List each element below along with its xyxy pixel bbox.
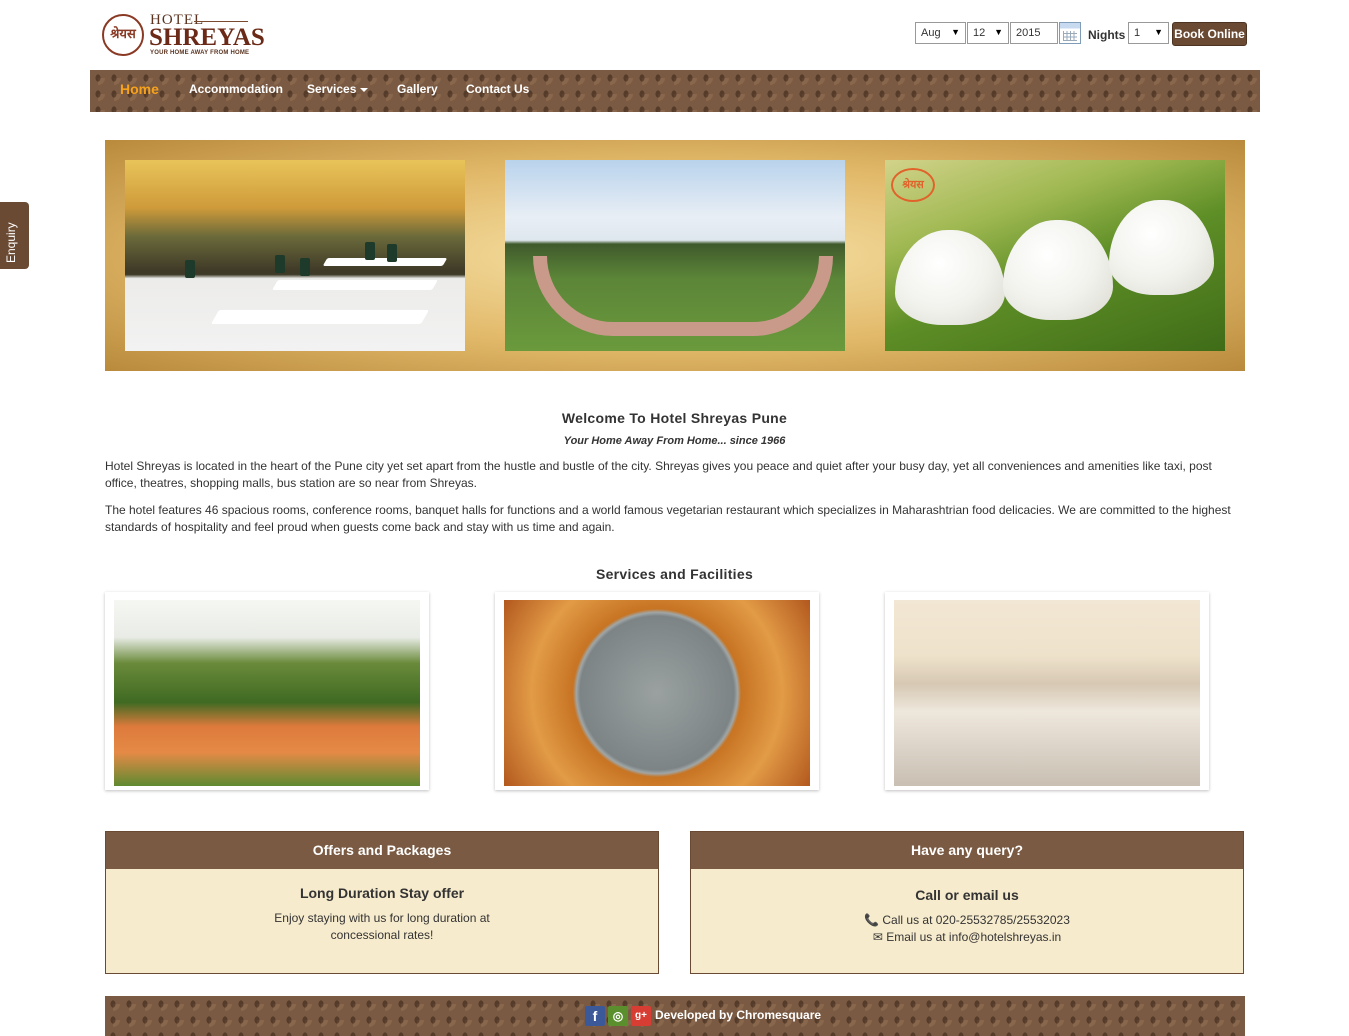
book-online-button[interactable]: Book Online <box>1172 22 1247 46</box>
main-nav: Home Accommodation Services Gallery Cont… <box>90 70 1260 112</box>
banner-restaurant-image <box>125 160 465 351</box>
dropdown-arrow-icon: ▼ <box>994 27 1003 37</box>
year-field[interactable]: 2015 <box>1010 22 1058 44</box>
hotel-logo[interactable]: श्रेयस HOTEL SHREYAS YOUR HOME AWAY FROM… <box>102 12 265 60</box>
offer-line-1: Enjoy staying with us for long duration … <box>274 911 490 925</box>
logo-divider <box>194 21 248 22</box>
table-shape <box>322 258 448 266</box>
logo-name: SHREYAS <box>149 24 265 51</box>
year-value: 2015 <box>1016 27 1041 39</box>
nights-value: 1 <box>1134 27 1141 39</box>
welcome-paragraph-2: The hotel features 46 spacious rooms, co… <box>105 503 1231 534</box>
query-heading: Have any query? <box>691 832 1243 869</box>
modak-shape <box>895 230 1005 325</box>
enquiry-label: Enquiry <box>4 222 18 263</box>
garden-path-shape <box>533 256 833 336</box>
service-card-food[interactable] <box>495 592 819 790</box>
google-plus-icon[interactable]: g+ <box>631 1006 651 1026</box>
service-card-conference[interactable] <box>885 592 1209 790</box>
modak-shape <box>1109 200 1214 295</box>
offer-title[interactable]: Long Duration Stay offer <box>106 885 658 901</box>
modak-shape <box>1003 220 1113 320</box>
nav-accommodation[interactable]: Accommodation <box>189 82 283 96</box>
facebook-icon[interactable]: f <box>585 1006 605 1026</box>
dropdown-arrow-icon: ▼ <box>1154 27 1163 37</box>
service-conference-image <box>894 600 1200 786</box>
day-value: 12 <box>973 27 986 39</box>
day-select[interactable]: 12 ▼ <box>967 22 1009 44</box>
banner-seal-icon: श्रेयस <box>891 168 935 202</box>
tripadvisor-icon[interactable]: ◎ <box>608 1006 628 1026</box>
services-title: Services and Facilities <box>595 566 754 582</box>
query-title: Call or email us <box>915 887 1019 903</box>
welcome-subtitle: Your Home Away From Home... since 1966 <box>563 435 786 447</box>
query-panel: Have any query? Call or email us 📞 Call … <box>690 831 1244 974</box>
developed-by-link[interactable]: Developed by Chromesquare <box>655 1008 821 1022</box>
hero-banner: श्रेयस <box>105 140 1245 371</box>
caret-down-icon <box>360 87 369 92</box>
service-card-banquet[interactable] <box>105 592 429 790</box>
banner-modak-image: श्रेयस <box>885 160 1225 351</box>
phone-text: Call us at 020-25532785/25532023 <box>882 913 1070 927</box>
nav-services[interactable]: Services <box>307 82 369 96</box>
footer: f ◎ g+ Developed by Chromesquare <box>105 996 1245 1036</box>
chair-shape <box>275 255 285 273</box>
phone-icon: 📞 <box>864 913 880 927</box>
nights-select[interactable]: 1 ▼ <box>1128 22 1169 44</box>
service-food-image <box>504 600 810 786</box>
month-select[interactable]: Aug ▼ <box>915 22 966 44</box>
query-email: ✉ Email us at info@hotelshreyas.in <box>691 929 1243 946</box>
service-banquet-image <box>114 600 420 786</box>
month-value: Aug <box>921 27 941 39</box>
nav-home[interactable]: Home <box>120 81 159 97</box>
nav-services-label: Services <box>307 82 357 96</box>
banner-garden-image <box>505 160 845 351</box>
welcome-paragraph-1: Hotel Shreyas is located in the heart of… <box>105 459 1212 490</box>
chair-shape <box>387 244 397 262</box>
nav-contact-us[interactable]: Contact Us <box>466 82 529 96</box>
table-shape <box>272 280 438 290</box>
email-text[interactable]: Email us at info@hotelshreyas.in <box>886 930 1061 944</box>
welcome-title: Welcome To Hotel Shreyas Pune <box>561 410 788 426</box>
nav-gallery[interactable]: Gallery <box>397 82 438 96</box>
logo-tagline: YOUR HOME AWAY FROM HOME <box>150 50 250 56</box>
enquiry-tab[interactable]: Enquiry <box>0 202 29 269</box>
table-shape <box>210 310 430 324</box>
offers-panel: Offers and Packages Long Duration Stay o… <box>105 831 659 974</box>
dropdown-arrow-icon: ▼ <box>951 27 960 37</box>
chair-shape <box>365 242 375 260</box>
query-phone: 📞 Call us at 020-25532785/25532023 <box>691 912 1243 929</box>
chair-shape <box>300 258 310 276</box>
logo-seal-icon: श्रेयस <box>102 14 144 56</box>
calendar-icon[interactable] <box>1059 22 1081 44</box>
nights-label: Nights <box>1088 28 1126 42</box>
envelope-icon: ✉ <box>872 930 883 944</box>
offers-heading: Offers and Packages <box>106 832 658 869</box>
chair-shape <box>185 260 195 278</box>
offer-line-2: concessional rates! <box>330 928 434 942</box>
